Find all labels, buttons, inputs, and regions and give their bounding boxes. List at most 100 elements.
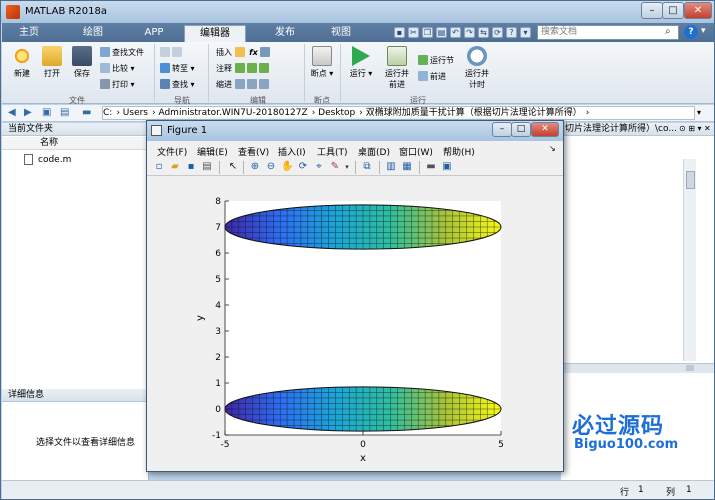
comment-button[interactable]: 注释 xyxy=(216,62,271,75)
forward-arrow-icon[interactable]: ▶ xyxy=(24,107,32,119)
menu-desktop[interactable]: 桌面(D) xyxy=(358,145,390,158)
current-folder-path[interactable]: C: › Users › Administrator.WIN7U-20180127Z… xyxy=(102,106,695,120)
menu-window[interactable]: 窗口(W) xyxy=(399,145,433,158)
menu-insert[interactable]: 插入(I) xyxy=(278,145,306,158)
insert-colorbar-icon[interactable]: ▥ xyxy=(385,161,397,173)
new-button[interactable]: 新建 xyxy=(8,46,36,79)
compare-button[interactable]: 比较 ▾ xyxy=(100,62,135,75)
open-button[interactable]: 打开 xyxy=(38,46,66,79)
zoom-out-icon[interactable]: ⊖ xyxy=(265,161,277,173)
tab-home[interactable]: 主页 xyxy=(10,25,48,42)
print-button[interactable]: 打印 ▾ xyxy=(100,78,135,91)
help-quick-icon[interactable]: ? xyxy=(506,27,517,38)
find-button[interactable]: 查找 ▾ xyxy=(160,78,195,91)
function-dropdown-icon[interactable] xyxy=(260,47,271,57)
tab-plots[interactable]: 绘图 xyxy=(74,25,112,42)
run-and-time-label-2: 计时 xyxy=(469,80,485,89)
save-button[interactable]: 保存 xyxy=(68,46,96,79)
name-column-header[interactable]: 名称 xyxy=(2,137,149,150)
back-forward-buttons[interactable] xyxy=(160,46,184,59)
find-files-button[interactable]: 查找文件 xyxy=(100,46,144,59)
tab-apps[interactable]: APP xyxy=(134,25,174,42)
hide-plot-tools-icon[interactable]: ▬ xyxy=(425,161,437,173)
show-plot-tools-icon[interactable]: ▣ xyxy=(441,161,453,173)
customize-quick-icon[interactable]: ▾ xyxy=(520,27,531,38)
goto-button[interactable]: 转至 ▾ xyxy=(160,62,195,75)
increase-indent-icon xyxy=(246,79,257,89)
y-tick-label: 1 xyxy=(215,379,221,389)
find-files-icon xyxy=(100,47,110,57)
run-section-button[interactable]: 运行节 xyxy=(418,54,454,67)
run-button[interactable]: 运行 ▾ xyxy=(346,46,376,79)
refresh-quick-icon[interactable]: ⟳ xyxy=(492,27,503,38)
search-input[interactable]: 搜索文档 xyxy=(537,25,679,40)
up-folder-icon[interactable]: ▣ xyxy=(42,107,51,119)
y-tick-label: 4 xyxy=(215,301,221,311)
run-and-time-button[interactable]: 运行并 计时 xyxy=(462,46,492,90)
close-button[interactable]: ✕ xyxy=(684,2,712,19)
zoom-in-icon[interactable]: ⊕ xyxy=(249,161,261,173)
figure-menu-bar: 文件(F) 编辑(E) 查看(V) 插入(I) 工具(T) 桌面(D) 窗口(W… xyxy=(147,142,563,158)
dock-figure-icon[interactable]: ↘ xyxy=(549,144,556,153)
scroll-handle[interactable] xyxy=(686,365,694,371)
path-segment[interactable]: C: xyxy=(103,108,112,118)
menu-tools[interactable]: 工具(T) xyxy=(317,145,348,158)
ellipsoid-surface-1 xyxy=(224,204,502,250)
brush-dropdown-icon[interactable]: ▾ xyxy=(341,161,353,173)
tab-publish[interactable]: 发布 xyxy=(264,25,306,42)
link-plot-icon[interactable]: ⧉ xyxy=(361,161,373,173)
figure-close-button[interactable]: ✕ xyxy=(531,122,559,137)
browse-folder-icon[interactable]: ▤ xyxy=(60,107,69,119)
edit-plot-icon[interactable]: ↖ xyxy=(227,161,239,173)
breakpoints-button[interactable]: 断点 ▾ xyxy=(308,46,336,79)
help-icon[interactable]: ? xyxy=(684,25,698,39)
path-segment[interactable]: Desktop xyxy=(318,108,355,118)
undo-quick-icon[interactable]: ↶ xyxy=(450,27,461,38)
path-segment[interactable]: Users xyxy=(123,108,148,118)
editor-panel-controls[interactable]: ⊙ ⊞ ▾ ✕ xyxy=(679,124,711,133)
brush-icon[interactable]: ✎ xyxy=(329,161,341,173)
redo-quick-icon[interactable]: ↷ xyxy=(464,27,475,38)
decrease-indent-icon xyxy=(258,79,269,89)
path-segment[interactable]: Administrator.WIN7U-20180127Z xyxy=(158,108,307,118)
menu-edit[interactable]: 编辑(E) xyxy=(197,145,228,158)
path-dropdown-icon[interactable]: ▾ xyxy=(697,108,701,117)
insert-legend-icon[interactable]: ▦ xyxy=(401,161,413,173)
list-item[interactable]: code.m xyxy=(2,153,149,167)
open-file-icon[interactable]: ▰ xyxy=(169,161,181,173)
figure-maximize-button[interactable]: □ xyxy=(511,122,531,137)
cut-quick-icon[interactable]: ✂ xyxy=(408,27,419,38)
menu-view[interactable]: 查看(V) xyxy=(238,145,269,158)
back-arrow-icon[interactable]: ◀ xyxy=(8,107,16,119)
indent-button[interactable]: 缩进 xyxy=(216,78,271,91)
save-figure-icon[interactable]: ▪ xyxy=(185,161,197,173)
menu-file[interactable]: 文件(F) xyxy=(157,145,187,158)
search-icon[interactable]: ⌕ xyxy=(665,26,677,38)
run-icon xyxy=(352,46,370,66)
print-figure-icon[interactable]: ▤ xyxy=(201,161,213,173)
tab-view[interactable]: 视图 xyxy=(320,25,362,42)
switch-windows-quick-icon[interactable]: ⇆ xyxy=(478,27,489,38)
vertical-scrollbar[interactable] xyxy=(683,159,696,361)
fx-button[interactable]: fx xyxy=(249,48,258,57)
data-cursor-icon[interactable]: ⌖ xyxy=(313,161,325,173)
new-figure-icon[interactable]: ▫ xyxy=(153,161,165,173)
ribbon-expand-icon[interactable]: ▾ xyxy=(701,26,706,36)
rotate-3d-icon[interactable]: ⟳ xyxy=(297,161,309,173)
plot-area[interactable]: -1012345678 -5 0 5 x y xyxy=(147,177,563,471)
advance-button[interactable]: 前进 xyxy=(418,70,446,83)
run-and-advance-button[interactable]: 运行并 前进 xyxy=(382,46,412,90)
maximize-button[interactable]: □ xyxy=(662,2,684,19)
copy-quick-icon[interactable]: ❐ xyxy=(422,27,433,38)
menu-help[interactable]: 帮助(H) xyxy=(443,145,475,158)
figure-minimize-button[interactable]: – xyxy=(492,122,512,137)
pan-icon[interactable]: ✋ xyxy=(281,161,293,173)
new-label: 新建 xyxy=(14,69,30,78)
minimize-button[interactable]: – xyxy=(641,2,663,19)
insert-button[interactable]: 插入 fx xyxy=(216,46,272,59)
save-quick-icon[interactable]: ▪ xyxy=(394,27,405,38)
path-segment[interactable]: 双椭球附加质量干扰计算（根据切片法理论计算所得） xyxy=(366,108,582,118)
scroll-thumb[interactable] xyxy=(686,171,695,189)
paste-quick-icon[interactable]: ▤ xyxy=(436,27,447,38)
tab-editor[interactable]: 编辑器 xyxy=(184,25,246,42)
